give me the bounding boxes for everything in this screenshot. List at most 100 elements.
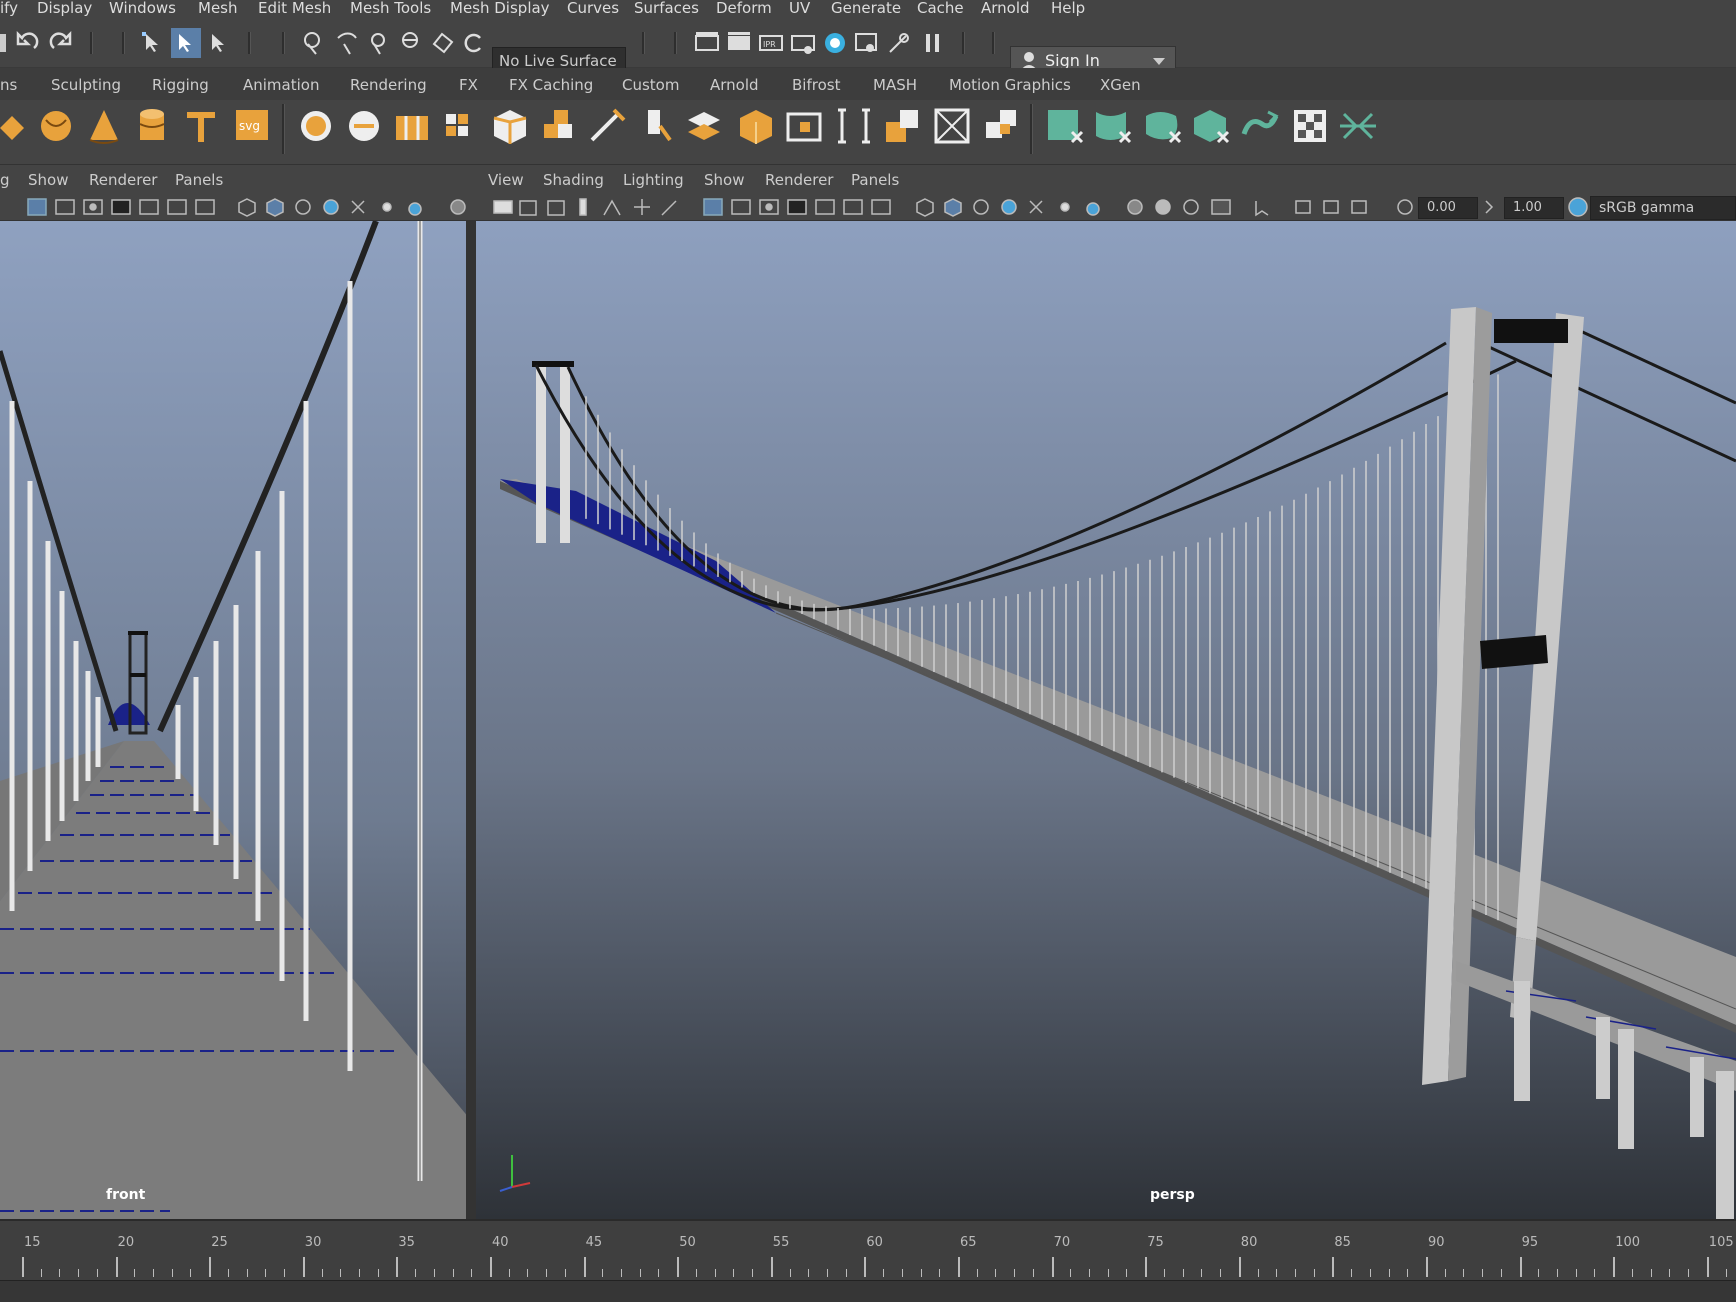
tab-animation[interactable]: Animation (243, 76, 319, 94)
poly-sphere-icon[interactable] (38, 106, 74, 146)
front-viewport[interactable]: front (0, 221, 466, 1219)
uv-cylindrical-icon[interactable] (1094, 106, 1134, 146)
snap-point-icon[interactable] (366, 30, 392, 56)
menu-mesh-display[interactable]: Mesh Display (450, 0, 550, 17)
uv-automatic-icon[interactable] (1192, 106, 1232, 146)
uv-checker-icon[interactable] (1290, 106, 1330, 146)
render-setup-icon[interactable] (854, 30, 880, 56)
tab-arnold[interactable]: Arnold (710, 76, 759, 94)
left-panel-menu-renderer[interactable]: Renderer (89, 171, 157, 189)
ipr-render-icon[interactable]: IPR (758, 30, 784, 56)
tab-xgen[interactable]: XGen (1100, 76, 1141, 94)
right-panel-menu-shading[interactable]: Shading (543, 171, 604, 189)
menu-arnold[interactable]: Arnold (981, 0, 1030, 17)
tab-bifrost[interactable]: Bifrost (792, 76, 840, 94)
render-view-icon[interactable] (694, 30, 720, 56)
select-tool-icon[interactable] (140, 30, 166, 56)
offset-edge-icon[interactable] (784, 106, 824, 146)
tab-custom[interactable]: Custom (622, 76, 679, 94)
uv-editor-icon[interactable] (1336, 106, 1380, 146)
insert-edge-loop-icon[interactable] (736, 106, 776, 146)
exposure-field[interactable]: 0.00 (1418, 197, 1478, 219)
bridge-icon[interactable] (588, 106, 628, 146)
menu-edit-mesh[interactable]: Edit Mesh (258, 0, 331, 17)
menu-display[interactable]: Display (37, 0, 92, 17)
target-weld-icon[interactable] (684, 106, 724, 146)
render-settings-icon[interactable] (790, 30, 816, 56)
undo-icon[interactable] (14, 30, 40, 56)
snap-curve-icon[interactable] (334, 30, 360, 56)
timeline-minor-tick (227, 1269, 229, 1277)
tab-poly-modeling[interactable]: ns (0, 76, 17, 94)
tab-motion-graphics[interactable]: Motion Graphics (949, 76, 1071, 94)
poly-cone-icon[interactable] (86, 106, 122, 146)
separator (90, 32, 93, 54)
uv-unfold-icon[interactable] (1240, 106, 1280, 146)
menu-surfaces[interactable]: Surfaces (634, 0, 699, 17)
poly-plane-icon[interactable] (0, 108, 26, 148)
snap-grid-icon[interactable] (300, 30, 326, 56)
range-slider[interactable] (0, 1280, 1736, 1302)
extrude-icon[interactable] (490, 106, 530, 146)
persp-viewport[interactable]: persp (476, 221, 1736, 1219)
light-editor-icon[interactable] (886, 30, 912, 56)
poke-icon[interactable] (882, 106, 922, 146)
tab-rendering[interactable]: Rendering (350, 76, 427, 94)
tab-mash[interactable]: MASH (873, 76, 917, 94)
tab-fx[interactable]: FX (459, 76, 478, 94)
right-panel-menu-renderer[interactable]: Renderer (765, 171, 833, 189)
timeline-tick (396, 1257, 399, 1277)
wedge-icon[interactable] (932, 106, 972, 146)
right-panel-menu-show[interactable]: Show (704, 171, 744, 189)
menu-mesh-tools[interactable]: Mesh Tools (350, 0, 431, 17)
render-frame-icon[interactable] (726, 30, 752, 56)
tab-fx-caching[interactable]: FX Caching (509, 76, 593, 94)
pause-icon[interactable] (920, 30, 946, 56)
poly-cylinder-icon[interactable] (134, 106, 170, 146)
timeline-tick-label: 50 (679, 1235, 696, 1250)
save-icon[interactable] (0, 30, 10, 56)
separate-icon[interactable] (346, 106, 382, 146)
multi-cut-icon[interactable] (636, 106, 676, 146)
hypershade-icon[interactable] (822, 30, 848, 56)
timeline-minor-tick (471, 1269, 473, 1277)
snap-view-plane-icon[interactable] (398, 30, 424, 56)
gamma-field[interactable]: 1.00 (1504, 197, 1564, 219)
left-panel-menu-show[interactable]: Show (28, 171, 68, 189)
tab-sculpting[interactable]: Sculpting (51, 76, 121, 94)
menu-uv[interactable]: UV (789, 0, 810, 17)
left-panel-menu-panels[interactable]: Panels (175, 171, 223, 189)
circularize-icon[interactable] (982, 106, 1022, 146)
menu-windows[interactable]: Windows (109, 0, 176, 17)
menu-help[interactable]: Help (1051, 0, 1085, 17)
uv-planar-icon[interactable] (1046, 106, 1086, 146)
lasso-tool-icon[interactable] (171, 28, 201, 58)
chevron-down-icon[interactable] (1153, 58, 1165, 65)
make-live-icon[interactable] (462, 30, 488, 56)
viewport-divider[interactable] (466, 221, 476, 1219)
menu-curves[interactable]: Curves (567, 0, 619, 17)
snap-surface-icon[interactable] (430, 30, 456, 56)
poly-text-icon[interactable] (184, 106, 218, 146)
svg-tool-icon[interactable]: svg (234, 108, 270, 142)
slide-edge-icon[interactable] (834, 106, 874, 146)
left-panel-menu-lighting[interactable]: g (0, 171, 10, 189)
paint-select-icon[interactable] (206, 30, 232, 56)
smooth-icon[interactable] (392, 106, 432, 146)
redo-icon[interactable] (48, 30, 74, 56)
menu-generate[interactable]: Generate (831, 0, 901, 17)
time-slider[interactable]: 15 20 25 30 35 40 45 50 55 60 65 70 75 80 85 90 95 100 105 (0, 1219, 1736, 1281)
right-panel-menu-view[interactable]: View (488, 171, 524, 189)
menu-modify[interactable]: ify (0, 0, 18, 17)
right-panel-menu-lighting[interactable]: Lighting (623, 171, 684, 189)
tab-rigging[interactable]: Rigging (152, 76, 209, 94)
mirror-icon[interactable] (442, 106, 478, 146)
menu-mesh[interactable]: Mesh (198, 0, 238, 17)
menu-cache[interactable]: Cache (917, 0, 964, 17)
uv-spherical-icon[interactable] (1144, 106, 1184, 146)
combine-icon[interactable] (298, 106, 334, 146)
menu-deform[interactable]: Deform (716, 0, 772, 17)
right-panel-menu-panels[interactable]: Panels (851, 171, 899, 189)
color-space-dropdown[interactable]: sRGB gamma (1590, 196, 1736, 220)
bevel-icon[interactable] (540, 106, 580, 146)
